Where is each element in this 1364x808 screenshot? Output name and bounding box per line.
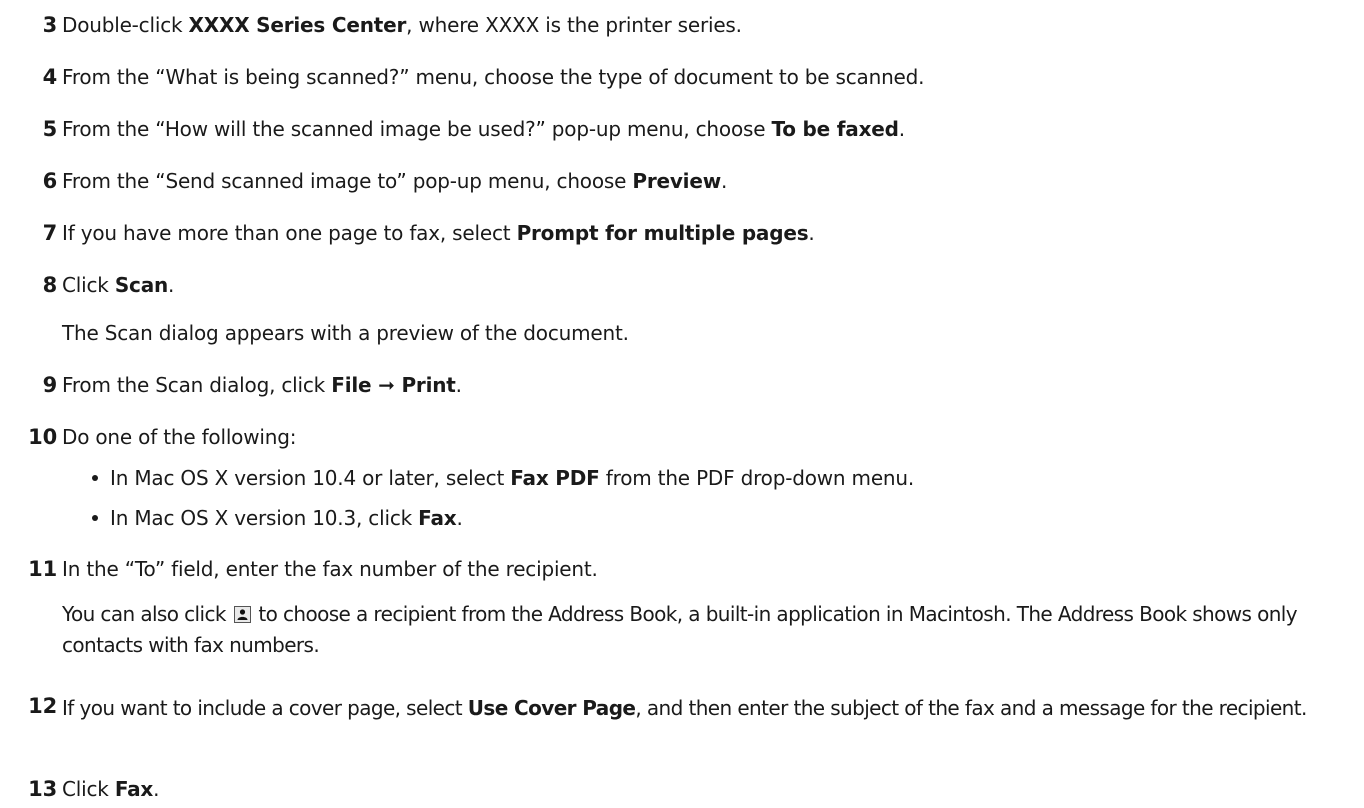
step-text: If you have more than one page to fax, s… — [62, 221, 815, 245]
bullet-item: In Mac OS X version 10.3, click Fax. — [92, 505, 463, 531]
bullet-icon — [92, 475, 98, 481]
bold-term: Fax — [418, 506, 457, 530]
step-number: 12 — [28, 694, 57, 718]
step-number: 9 — [42, 373, 58, 397]
step-number: 11 — [28, 557, 57, 581]
step-number: 3 — [42, 13, 58, 37]
bullet-icon — [92, 515, 98, 521]
bold-term: Preview — [632, 169, 721, 193]
bold-term: Fax — [114, 777, 154, 801]
step-number: 4 — [42, 65, 58, 89]
address-book-icon[interactable] — [233, 606, 251, 623]
bullet-item: In Mac OS X version 10.4 or later, selec… — [92, 465, 914, 491]
step-number: 13 — [28, 777, 57, 801]
step-text: From the “What is being scanned?” menu, … — [62, 65, 925, 89]
step-number: 8 — [42, 273, 58, 297]
step-number: 5 — [42, 117, 58, 141]
bold-term: To be faxed — [771, 117, 899, 141]
step-text: Do one of the following: — [62, 425, 297, 449]
bold-term: Prompt for multiple pages — [516, 221, 809, 245]
bold-term: Scan — [114, 273, 169, 297]
step-number: 10 — [28, 425, 57, 449]
bold-term: Fax PDF — [510, 466, 600, 490]
step-text: From the “How will the scanned image be … — [62, 117, 905, 141]
bold-term: File ➞ Print — [331, 373, 456, 397]
step-text: From the “Send scanned image to” pop-up … — [62, 169, 728, 193]
step-8-note: The Scan dialog appears with a preview o… — [62, 321, 629, 345]
step-text: Click Scan. — [62, 273, 175, 297]
step-text: Double-click XXXX Series Center, where X… — [62, 13, 742, 37]
step-number: 6 — [42, 169, 58, 193]
step-text: In the “To” field, enter the fax number … — [62, 557, 598, 581]
step-text: If you want to include a cover page, sel… — [62, 696, 1307, 720]
step-text: From the Scan dialog, click File ➞ Print… — [62, 373, 462, 397]
step-number: 7 — [42, 221, 58, 245]
step-11-note: You can also click to choose a recipient… — [62, 602, 1298, 657]
bold-term: XXXX Series Center — [188, 13, 407, 37]
bold-term: Use Cover Page — [467, 696, 636, 720]
step-text: Click Fax. — [62, 777, 160, 801]
